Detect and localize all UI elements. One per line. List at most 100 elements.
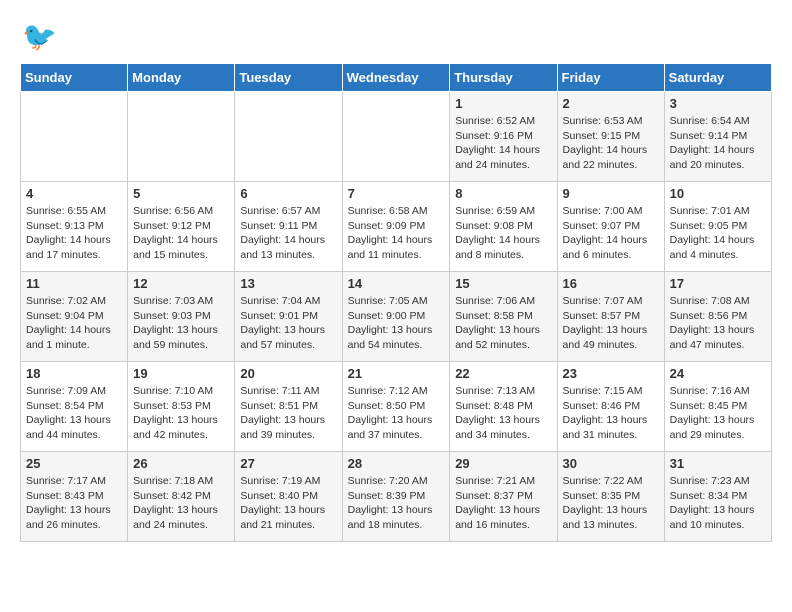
calendar-cell: 1 Sunrise: 6:52 AM Sunset: 9:16 PM Daylig… [450,92,557,182]
day-number: 5 [133,186,229,201]
cell-info: Sunrise: 6:59 AM Sunset: 9:08 PM Dayligh… [455,204,551,263]
cell-info: Sunrise: 7:09 AM Sunset: 8:54 PM Dayligh… [26,384,122,443]
calendar-cell: 11Sunrise: 7:02 AM Sunset: 9:04 PM Dayli… [21,272,128,362]
weekday-header-row: SundayMondayTuesdayWednesdayThursdayFrid… [21,64,772,92]
calendar-cell: 25 Sunrise: 7:17 AM Sunset: 8:43 PM Dayli… [21,452,128,542]
day-number: 20 [240,366,336,381]
calendar-cell: 28 Sunrise: 7:20 AM Sunset: 8:39 PM Dayli… [342,452,450,542]
day-number: 17 [670,276,766,291]
calendar-cell: 29 Sunrise: 7:21 AM Sunset: 8:37 PM Dayli… [450,452,557,542]
day-number: 7 [348,186,445,201]
day-number: 15 [455,276,551,291]
week-row-3: 11Sunrise: 7:02 AM Sunset: 9:04 PM Dayli… [21,272,772,362]
cell-info: Sunrise: 7:16 AM Sunset: 8:45 PM Dayligh… [670,384,766,443]
cell-info: Sunrise: 7:10 AM Sunset: 8:53 PM Dayligh… [133,384,229,443]
day-number: 23 [563,366,659,381]
calendar-cell: 20 Sunrise: 7:11 AM Sunset: 8:51 PM Dayli… [235,362,342,452]
cell-info: Sunrise: 6:55 AM Sunset: 9:13 PM Dayligh… [26,204,122,263]
cell-info: Sunrise: 7:08 AM Sunset: 8:56 PM Dayligh… [670,294,766,353]
calendar-cell: 2Sunrise: 6:53 AM Sunset: 9:15 PM Daylig… [557,92,664,182]
calendar-cell [21,92,128,182]
day-number: 13 [240,276,336,291]
weekday-header-saturday: Saturday [664,64,771,92]
day-number: 25 [26,456,122,471]
calendar-cell: 12 Sunrise: 7:03 AM Sunset: 9:03 PM Dayli… [128,272,235,362]
cell-info: Sunrise: 7:13 AM Sunset: 8:48 PM Dayligh… [455,384,551,443]
day-number: 29 [455,456,551,471]
cell-info: Sunrise: 7:02 AM Sunset: 9:04 PM Dayligh… [26,294,122,353]
calendar-cell: 6 Sunrise: 6:57 AM Sunset: 9:11 PM Daylig… [235,182,342,272]
calendar-table: SundayMondayTuesdayWednesdayThursdayFrid… [20,63,772,542]
day-number: 14 [348,276,445,291]
day-number: 10 [670,186,766,201]
calendar-cell: 22 Sunrise: 7:13 AM Sunset: 8:48 PM Dayli… [450,362,557,452]
weekday-header-monday: Monday [128,64,235,92]
day-number: 8 [455,186,551,201]
calendar-cell [342,92,450,182]
calendar-cell [128,92,235,182]
week-row-4: 18 Sunrise: 7:09 AM Sunset: 8:54 PM Dayli… [21,362,772,452]
calendar-cell: 8 Sunrise: 6:59 AM Sunset: 9:08 PM Daylig… [450,182,557,272]
day-number: 26 [133,456,229,471]
cell-info: Sunrise: 7:21 AM Sunset: 8:37 PM Dayligh… [455,474,551,533]
logo: 🐦 [20,20,57,53]
weekday-header-sunday: Sunday [21,64,128,92]
cell-info: Sunrise: 7:07 AM Sunset: 8:57 PM Dayligh… [563,294,659,353]
day-number: 21 [348,366,445,381]
calendar-cell: 21 Sunrise: 7:12 AM Sunset: 8:50 PM Dayli… [342,362,450,452]
day-number: 1 [455,96,551,111]
calendar-cell: 10Sunrise: 7:01 AM Sunset: 9:05 PM Dayli… [664,182,771,272]
calendar-cell: 18 Sunrise: 7:09 AM Sunset: 8:54 PM Dayli… [21,362,128,452]
day-number: 31 [670,456,766,471]
cell-info: Sunrise: 7:17 AM Sunset: 8:43 PM Dayligh… [26,474,122,533]
day-number: 12 [133,276,229,291]
day-number: 18 [26,366,122,381]
weekday-header-friday: Friday [557,64,664,92]
cell-info: Sunrise: 6:57 AM Sunset: 9:11 PM Dayligh… [240,204,336,263]
day-number: 2 [563,96,659,111]
calendar-cell: 14Sunrise: 7:05 AM Sunset: 9:00 PM Dayli… [342,272,450,362]
cell-info: Sunrise: 7:22 AM Sunset: 8:35 PM Dayligh… [563,474,659,533]
cell-info: Sunrise: 7:20 AM Sunset: 8:39 PM Dayligh… [348,474,445,533]
cell-info: Sunrise: 7:12 AM Sunset: 8:50 PM Dayligh… [348,384,445,443]
header: 🐦 [20,20,772,53]
cell-info: Sunrise: 6:54 AM Sunset: 9:14 PM Dayligh… [670,114,766,173]
calendar-cell: 27 Sunrise: 7:19 AM Sunset: 8:40 PM Dayli… [235,452,342,542]
calendar-cell: 24 Sunrise: 7:16 AM Sunset: 8:45 PM Dayli… [664,362,771,452]
calendar-cell: 31 Sunrise: 7:23 AM Sunset: 8:34 PM Dayli… [664,452,771,542]
cell-info: Sunrise: 6:52 AM Sunset: 9:16 PM Dayligh… [455,114,551,173]
day-number: 24 [670,366,766,381]
day-number: 6 [240,186,336,201]
day-number: 28 [348,456,445,471]
day-number: 22 [455,366,551,381]
calendar-cell: 3 Sunrise: 6:54 AM Sunset: 9:14 PM Daylig… [664,92,771,182]
calendar-cell: 7 Sunrise: 6:58 AM Sunset: 9:09 PM Daylig… [342,182,450,272]
calendar-cell: 17 Sunrise: 7:08 AM Sunset: 8:56 PM Dayli… [664,272,771,362]
week-row-2: 4 Sunrise: 6:55 AM Sunset: 9:13 PM Daylig… [21,182,772,272]
cell-info: Sunrise: 7:03 AM Sunset: 9:03 PM Dayligh… [133,294,229,353]
calendar-cell: 9Sunrise: 7:00 AM Sunset: 9:07 PM Daylig… [557,182,664,272]
bird-icon: 🐦 [22,20,57,53]
calendar-cell: 15Sunrise: 7:06 AM Sunset: 8:58 PM Dayli… [450,272,557,362]
cell-info: Sunrise: 7:18 AM Sunset: 8:42 PM Dayligh… [133,474,229,533]
calendar-cell: 5 Sunrise: 6:56 AM Sunset: 9:12 PM Daylig… [128,182,235,272]
cell-info: Sunrise: 7:23 AM Sunset: 8:34 PM Dayligh… [670,474,766,533]
cell-info: Sunrise: 7:11 AM Sunset: 8:51 PM Dayligh… [240,384,336,443]
calendar-cell: 4 Sunrise: 6:55 AM Sunset: 9:13 PM Daylig… [21,182,128,272]
calendar-cell: 19Sunrise: 7:10 AM Sunset: 8:53 PM Dayli… [128,362,235,452]
cell-info: Sunrise: 6:56 AM Sunset: 9:12 PM Dayligh… [133,204,229,263]
calendar-cell: 23 Sunrise: 7:15 AM Sunset: 8:46 PM Dayli… [557,362,664,452]
day-number: 27 [240,456,336,471]
cell-info: Sunrise: 6:58 AM Sunset: 9:09 PM Dayligh… [348,204,445,263]
weekday-header-wednesday: Wednesday [342,64,450,92]
cell-info: Sunrise: 7:00 AM Sunset: 9:07 PM Dayligh… [563,204,659,263]
cell-info: Sunrise: 7:19 AM Sunset: 8:40 PM Dayligh… [240,474,336,533]
calendar-cell: 13Sunrise: 7:04 AM Sunset: 9:01 PM Dayli… [235,272,342,362]
calendar-cell [235,92,342,182]
calendar-cell: 26 Sunrise: 7:18 AM Sunset: 8:42 PM Dayli… [128,452,235,542]
day-number: 4 [26,186,122,201]
day-number: 3 [670,96,766,111]
weekday-header-thursday: Thursday [450,64,557,92]
cell-info: Sunrise: 7:15 AM Sunset: 8:46 PM Dayligh… [563,384,659,443]
weekday-header-tuesday: Tuesday [235,64,342,92]
